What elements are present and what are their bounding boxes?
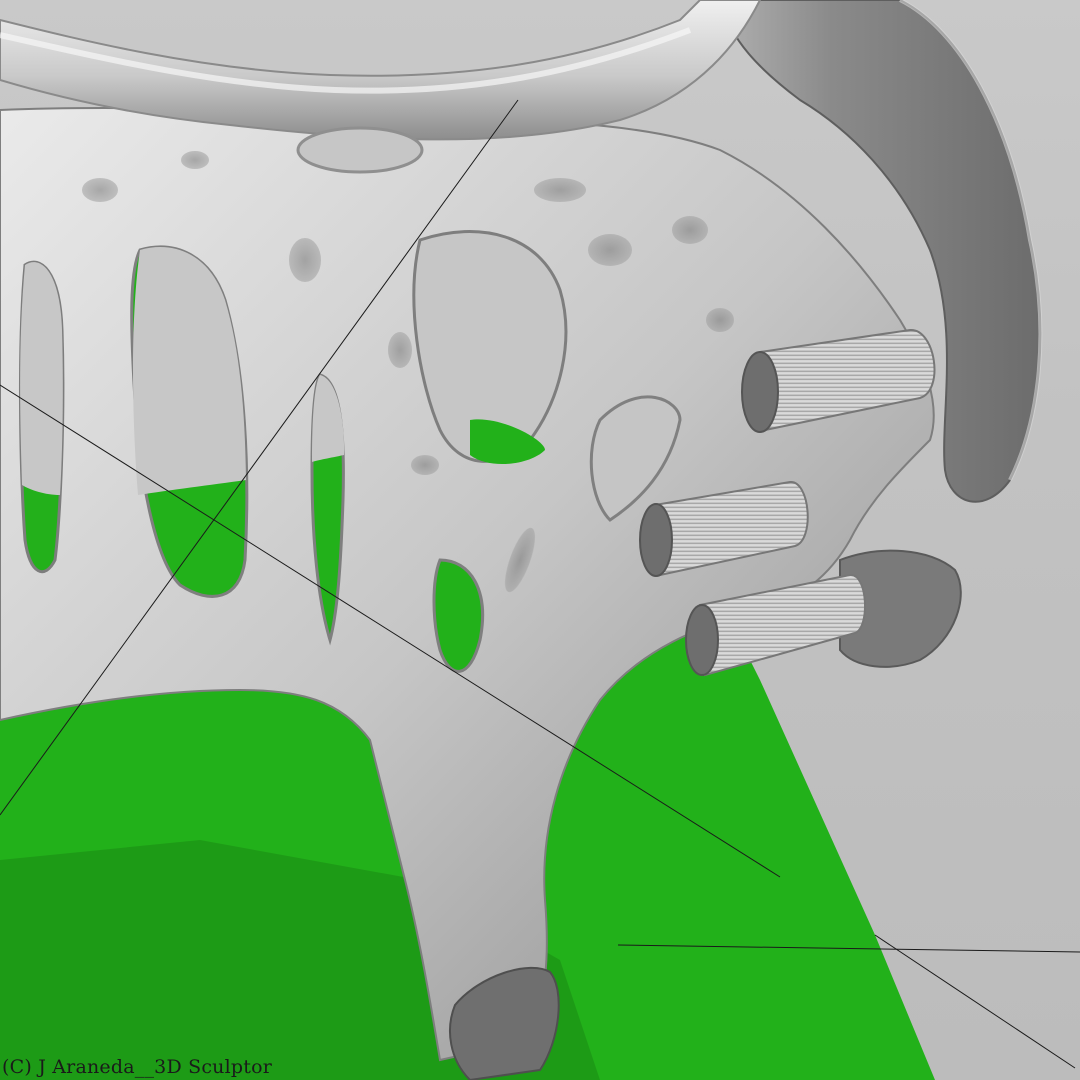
copyright-watermark: (C) J Araneda__3D Sculptor: [2, 1056, 273, 1078]
render-viewport: (C) J Araneda__3D Sculptor: [0, 0, 1080, 1080]
sculpture-render: [0, 0, 1080, 1080]
